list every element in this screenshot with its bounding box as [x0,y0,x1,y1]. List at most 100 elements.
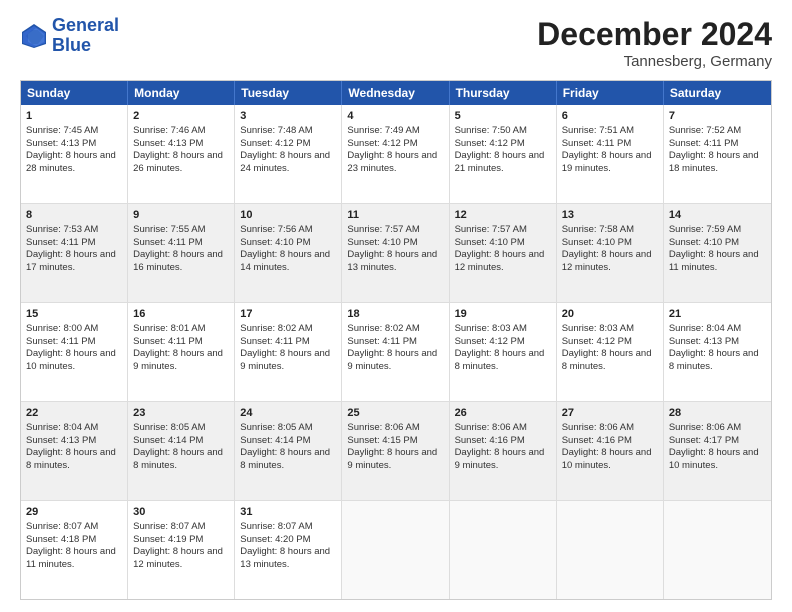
day-number: 29 [26,505,122,520]
sunset-text: Sunset: 4:10 PM [562,237,658,250]
day-number: 17 [240,307,336,322]
daylight-text: Daylight: 8 hours and 8 minutes. [240,447,336,473]
day-number: 1 [26,109,122,124]
calendar-cell: 7Sunrise: 7:52 AMSunset: 4:11 PMDaylight… [664,105,771,203]
day-number: 13 [562,208,658,223]
sunset-text: Sunset: 4:13 PM [26,435,122,448]
day-number: 31 [240,505,336,520]
sunrise-text: Sunrise: 7:51 AM [562,125,658,138]
day-number: 26 [455,406,551,421]
logo-line2: Blue [52,35,91,55]
sunrise-text: Sunrise: 8:07 AM [26,521,122,534]
main-title: December 2024 [537,16,772,53]
sunset-text: Sunset: 4:19 PM [133,534,229,547]
calendar-day-header: Monday [128,81,235,105]
daylight-text: Daylight: 8 hours and 13 minutes. [240,546,336,572]
daylight-text: Daylight: 8 hours and 10 minutes. [562,447,658,473]
day-number: 28 [669,406,766,421]
daylight-text: Daylight: 8 hours and 8 minutes. [562,348,658,374]
daylight-text: Daylight: 8 hours and 8 minutes. [669,348,766,374]
sunrise-text: Sunrise: 8:05 AM [133,422,229,435]
calendar-cell: 10Sunrise: 7:56 AMSunset: 4:10 PMDayligh… [235,204,342,302]
calendar-cell: 4Sunrise: 7:49 AMSunset: 4:12 PMDaylight… [342,105,449,203]
calendar-row: 29Sunrise: 8:07 AMSunset: 4:18 PMDayligh… [21,501,771,599]
sunrise-text: Sunrise: 8:00 AM [26,323,122,336]
calendar: SundayMondayTuesdayWednesdayThursdayFrid… [20,80,772,600]
calendar-cell: 26Sunrise: 8:06 AMSunset: 4:16 PMDayligh… [450,402,557,500]
daylight-text: Daylight: 8 hours and 18 minutes. [669,150,766,176]
sunrise-text: Sunrise: 8:01 AM [133,323,229,336]
calendar-cell: 11Sunrise: 7:57 AMSunset: 4:10 PMDayligh… [342,204,449,302]
calendar-cell: 2Sunrise: 7:46 AMSunset: 4:13 PMDaylight… [128,105,235,203]
title-block: December 2024 Tannesberg, Germany [537,16,772,70]
calendar-cell: 6Sunrise: 7:51 AMSunset: 4:11 PMDaylight… [557,105,664,203]
calendar-cell: 9Sunrise: 7:55 AMSunset: 4:11 PMDaylight… [128,204,235,302]
sunset-text: Sunset: 4:12 PM [240,138,336,151]
daylight-text: Daylight: 8 hours and 9 minutes. [133,348,229,374]
sunset-text: Sunset: 4:12 PM [455,336,551,349]
sunset-text: Sunset: 4:11 PM [26,336,122,349]
sunrise-text: Sunrise: 7:45 AM [26,125,122,138]
sunrise-text: Sunrise: 8:06 AM [562,422,658,435]
daylight-text: Daylight: 8 hours and 10 minutes. [669,447,766,473]
daylight-text: Daylight: 8 hours and 11 minutes. [669,249,766,275]
sunrise-text: Sunrise: 7:55 AM [133,224,229,237]
sunrise-text: Sunrise: 7:57 AM [347,224,443,237]
sunrise-text: Sunrise: 7:46 AM [133,125,229,138]
calendar-cell: 1Sunrise: 7:45 AMSunset: 4:13 PMDaylight… [21,105,128,203]
calendar-row: 8Sunrise: 7:53 AMSunset: 4:11 PMDaylight… [21,204,771,303]
sunset-text: Sunset: 4:11 PM [133,336,229,349]
day-number: 14 [669,208,766,223]
day-number: 16 [133,307,229,322]
sunrise-text: Sunrise: 7:59 AM [669,224,766,237]
daylight-text: Daylight: 8 hours and 12 minutes. [455,249,551,275]
calendar-cell: 13Sunrise: 7:58 AMSunset: 4:10 PMDayligh… [557,204,664,302]
sunset-text: Sunset: 4:17 PM [669,435,766,448]
daylight-text: Daylight: 8 hours and 17 minutes. [26,249,122,275]
calendar-cell: 25Sunrise: 8:06 AMSunset: 4:15 PMDayligh… [342,402,449,500]
daylight-text: Daylight: 8 hours and 21 minutes. [455,150,551,176]
sunset-text: Sunset: 4:10 PM [240,237,336,250]
sunrise-text: Sunrise: 8:05 AM [240,422,336,435]
daylight-text: Daylight: 8 hours and 12 minutes. [133,546,229,572]
header: General Blue December 2024 Tannesberg, G… [20,16,772,70]
day-number: 11 [347,208,443,223]
sunrise-text: Sunrise: 7:48 AM [240,125,336,138]
daylight-text: Daylight: 8 hours and 13 minutes. [347,249,443,275]
page: General Blue December 2024 Tannesberg, G… [0,0,792,612]
logo-icon [20,22,48,50]
sunset-text: Sunset: 4:14 PM [240,435,336,448]
sunrise-text: Sunrise: 7:49 AM [347,125,443,138]
sunset-text: Sunset: 4:10 PM [347,237,443,250]
sunrise-text: Sunrise: 8:03 AM [455,323,551,336]
sunset-text: Sunset: 4:11 PM [133,237,229,250]
calendar-cell: 8Sunrise: 7:53 AMSunset: 4:11 PMDaylight… [21,204,128,302]
day-number: 21 [669,307,766,322]
sunset-text: Sunset: 4:10 PM [669,237,766,250]
daylight-text: Daylight: 8 hours and 23 minutes. [347,150,443,176]
sunset-text: Sunset: 4:11 PM [347,336,443,349]
calendar-cell: 12Sunrise: 7:57 AMSunset: 4:10 PMDayligh… [450,204,557,302]
daylight-text: Daylight: 8 hours and 28 minutes. [26,150,122,176]
daylight-text: Daylight: 8 hours and 8 minutes. [26,447,122,473]
daylight-text: Daylight: 8 hours and 9 minutes. [455,447,551,473]
calendar-cell [342,501,449,599]
day-number: 4 [347,109,443,124]
day-number: 3 [240,109,336,124]
day-number: 8 [26,208,122,223]
daylight-text: Daylight: 8 hours and 24 minutes. [240,150,336,176]
calendar-cell: 19Sunrise: 8:03 AMSunset: 4:12 PMDayligh… [450,303,557,401]
daylight-text: Daylight: 8 hours and 11 minutes. [26,546,122,572]
sunrise-text: Sunrise: 8:06 AM [669,422,766,435]
day-number: 19 [455,307,551,322]
calendar-cell: 28Sunrise: 8:06 AMSunset: 4:17 PMDayligh… [664,402,771,500]
calendar-cell: 16Sunrise: 8:01 AMSunset: 4:11 PMDayligh… [128,303,235,401]
sunset-text: Sunset: 4:13 PM [669,336,766,349]
sunset-text: Sunset: 4:13 PM [133,138,229,151]
calendar-cell [450,501,557,599]
day-number: 5 [455,109,551,124]
daylight-text: Daylight: 8 hours and 26 minutes. [133,150,229,176]
sunset-text: Sunset: 4:11 PM [26,237,122,250]
sunrise-text: Sunrise: 8:02 AM [347,323,443,336]
sunset-text: Sunset: 4:11 PM [240,336,336,349]
